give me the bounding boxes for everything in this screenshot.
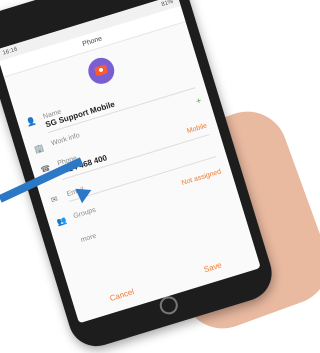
groups-label: Groups <box>72 206 97 221</box>
person-icon: 👤 <box>25 116 38 128</box>
phone-screen: 16:16 81% Phone 👤 Name SG Support Mobile… <box>0 0 261 324</box>
app-title: Phone <box>81 34 103 48</box>
work-icon: 🏢 <box>33 143 46 155</box>
scene: 16:16 81% Phone 👤 Name SG Support Mobile… <box>0 0 320 353</box>
camera-icon <box>94 64 109 77</box>
contact-avatar[interactable] <box>85 54 118 88</box>
battery-text: 81% <box>160 0 175 9</box>
more-link[interactable]: more <box>80 233 97 244</box>
add-work-info-icon[interactable]: + <box>195 95 203 106</box>
cancel-button[interactable]: Cancel <box>109 287 135 303</box>
groups-icon: 👥 <box>55 215 68 228</box>
save-button[interactable]: Save <box>203 260 223 274</box>
groups-value[interactable]: Not assigned <box>181 168 222 187</box>
email-icon: ✉ <box>49 194 59 205</box>
